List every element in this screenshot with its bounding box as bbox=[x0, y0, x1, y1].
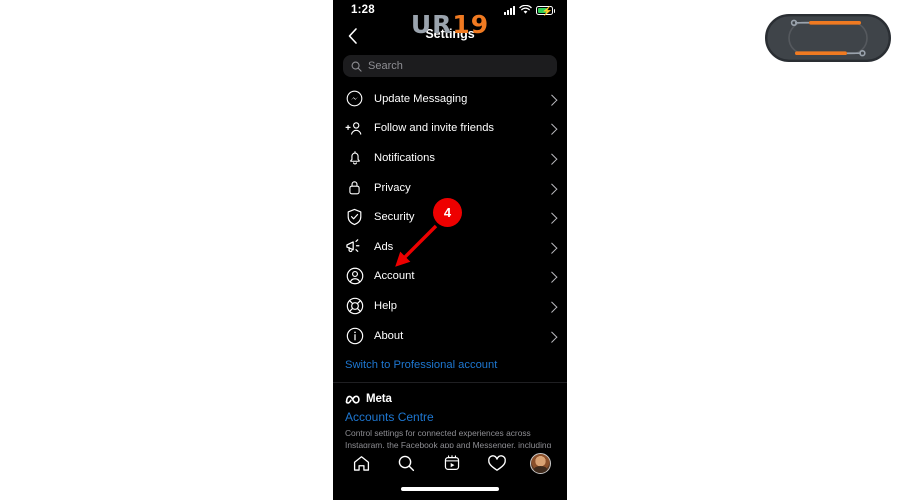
tab-search[interactable] bbox=[395, 451, 419, 475]
menu-item-update-messaging[interactable]: Update Messaging bbox=[333, 84, 567, 114]
tab-activity[interactable] bbox=[485, 451, 509, 475]
lifebuoy-icon bbox=[345, 296, 364, 315]
menu-item-help[interactable]: Help bbox=[333, 291, 567, 321]
chevron-right-icon bbox=[546, 123, 558, 136]
shield-check-icon bbox=[345, 208, 364, 227]
home-indicator bbox=[401, 487, 499, 491]
accounts-centre-link[interactable]: Accounts Centre bbox=[345, 410, 555, 424]
tab-reels[interactable] bbox=[440, 451, 464, 475]
menu-item-notifications[interactable]: Notifications bbox=[333, 143, 567, 173]
chevron-right-icon bbox=[546, 183, 558, 195]
bell-icon bbox=[345, 148, 364, 167]
menu-item-about[interactable]: About bbox=[333, 321, 567, 351]
menu-item-label: Ads bbox=[374, 240, 394, 253]
watermark-bar-bottom bbox=[795, 51, 847, 55]
meta-infinity-icon bbox=[345, 395, 360, 404]
meta-brand: Meta bbox=[345, 393, 555, 405]
menu-item-ads[interactable]: Ads bbox=[333, 232, 567, 262]
search-placeholder: Search bbox=[368, 60, 403, 72]
bottom-tab-bar bbox=[333, 448, 567, 478]
switch-to-professional-account-button[interactable]: Switch to Professional account bbox=[333, 350, 567, 380]
menu-item-label: Security bbox=[374, 211, 415, 224]
meta-footer: Meta Accounts Centre Control settings fo… bbox=[333, 383, 567, 451]
menu-item-label: Help bbox=[374, 299, 398, 312]
search-input[interactable]: Search bbox=[343, 55, 557, 77]
search-icon bbox=[351, 61, 362, 72]
info-circle-icon bbox=[345, 326, 364, 345]
megaphone-icon bbox=[345, 237, 364, 256]
chevron-right-icon bbox=[546, 242, 558, 254]
switch-to-professional-account-label: Switch to Professional account bbox=[345, 359, 498, 372]
reels-icon bbox=[444, 455, 459, 470]
menu-item-label: Notifications bbox=[374, 151, 435, 164]
tab-profile-avatar[interactable] bbox=[529, 452, 551, 474]
chevron-right-icon bbox=[546, 153, 558, 165]
annotation-badge: 4 bbox=[433, 198, 462, 227]
chevron-right-icon bbox=[546, 301, 558, 313]
home-icon bbox=[353, 455, 370, 471]
heart-icon bbox=[487, 454, 506, 471]
menu-item-label: Follow and invite friends bbox=[374, 122, 495, 135]
chevron-right-icon bbox=[546, 94, 558, 106]
menu-item-label: Update Messaging bbox=[374, 92, 468, 105]
menu-item-follow-and-invite-friends[interactable]: Follow and invite friends bbox=[333, 114, 567, 144]
menu-item-account[interactable]: Account bbox=[333, 262, 567, 292]
watermark-text-orange: 19 bbox=[452, 10, 490, 39]
menu-item-label: Account bbox=[374, 270, 415, 283]
search-container: Search bbox=[333, 51, 567, 83]
tab-home[interactable] bbox=[350, 451, 374, 475]
watermark-text-gray: UR bbox=[410, 10, 453, 39]
account-circle-icon bbox=[345, 267, 364, 286]
phone-screen: 1:28 ⚡ Settings Search Update Messaging … bbox=[333, 0, 567, 500]
lock-icon bbox=[345, 178, 364, 197]
search-icon bbox=[398, 455, 415, 471]
meta-brand-name: Meta bbox=[366, 393, 392, 406]
menu-item-label: Privacy bbox=[374, 181, 411, 194]
messenger-icon bbox=[345, 89, 364, 108]
chevron-right-icon bbox=[546, 271, 558, 284]
person-plus-icon bbox=[345, 119, 364, 138]
chevron-right-icon bbox=[546, 212, 558, 225]
chevron-right-icon bbox=[546, 331, 558, 343]
menu-item-label: About bbox=[374, 329, 404, 342]
watermark-text: UR19 bbox=[0, 10, 900, 39]
